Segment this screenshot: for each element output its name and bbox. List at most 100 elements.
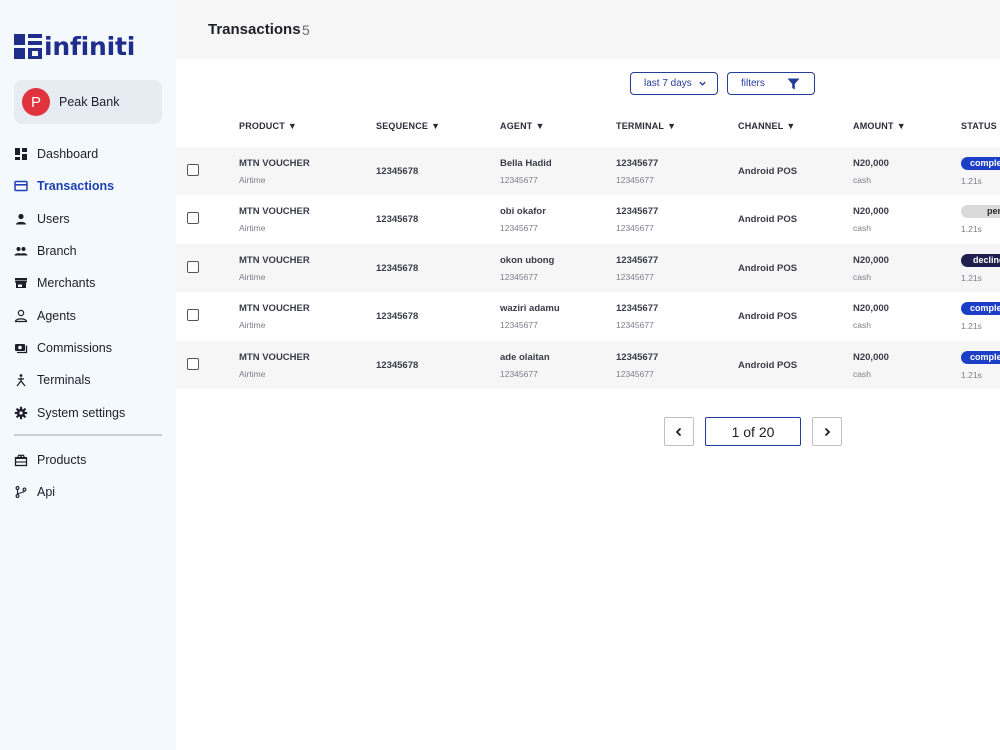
column-header-channel[interactable]: CHANNEL ▼ — [738, 121, 796, 131]
channel: Android POS — [738, 214, 798, 225]
row-checkbox[interactable] — [187, 212, 199, 224]
sidebar-item-branch[interactable]: Branch — [14, 235, 164, 267]
sequence-number: 12345678 — [376, 311, 419, 322]
terminal-id: 12345677 — [616, 369, 654, 379]
row-checkbox[interactable] — [187, 309, 199, 321]
duration: 1.21s — [961, 273, 982, 283]
agent-name: okon ubong — [500, 255, 555, 266]
terminal-number: 12345677 — [616, 352, 659, 363]
brand-logo[interactable]: infiniti — [14, 32, 135, 61]
bank-switcher[interactable]: P Peak Bank — [14, 80, 162, 124]
product-name: MTN VOUCHER — [239, 206, 310, 217]
sidebar-item-transactions[interactable]: Transactions — [14, 170, 164, 202]
row-checkbox[interactable] — [187, 358, 199, 370]
terminal-id: 12345677 — [616, 175, 654, 185]
status-badge[interactable]: pending — [961, 205, 1000, 218]
sidebar-divider — [14, 434, 162, 436]
sidebar-item-label: Terminals — [37, 373, 91, 388]
date-range-dropdown[interactable]: last 7 days — [630, 72, 718, 95]
next-page-button[interactable] — [812, 417, 842, 446]
sidebar-item-dashboard[interactable]: Dashboard — [14, 138, 164, 170]
sidebar-item-label: Agents — [37, 308, 76, 323]
agent-name: ade olaitan — [500, 352, 550, 363]
column-header-agent[interactable]: AGENT ▼ — [500, 121, 545, 131]
terminal-number: 12345677 — [616, 158, 659, 169]
sort-caret-icon: ▼ — [535, 121, 545, 131]
amount: N20,000 — [853, 206, 889, 217]
chevron-down-icon — [699, 81, 706, 86]
product-type: Airtime — [239, 272, 266, 282]
column-header-amount[interactable]: AMOUNT ▼ — [853, 121, 906, 131]
product-name: MTN VOUCHER — [239, 255, 310, 266]
product-name: MTN VOUCHER — [239, 303, 310, 314]
agent-icon — [14, 309, 28, 323]
sidebar-item-label: Commissions — [37, 340, 113, 355]
sort-caret-icon: ▼ — [431, 121, 441, 131]
dashboard-icon — [14, 147, 28, 161]
product-type: Airtime — [239, 175, 266, 185]
agent-name: obi okafor — [500, 206, 546, 217]
filters-label: filters — [741, 78, 765, 89]
sidebar-item-system-settings[interactable]: System settings — [14, 396, 164, 428]
terminal-icon — [14, 373, 28, 387]
infiniti-logo-icon — [14, 33, 42, 59]
status-badge[interactable]: complete — [961, 302, 1000, 315]
table-row[interactable]: MTN VOUCHER Airtime 12345678 waziri adam… — [176, 292, 1000, 340]
agent-name: Bella Hadid — [500, 158, 552, 169]
sidebar-item-users[interactable]: Users — [14, 203, 164, 235]
status-badge[interactable]: declined — [961, 254, 1000, 267]
agent-id: 12345677 — [500, 223, 538, 233]
payment-method: cash — [853, 320, 871, 330]
agent-id: 12345677 — [500, 272, 538, 282]
duration: 1.21s — [961, 321, 982, 331]
products-icon — [14, 453, 28, 467]
sidebar-item-label: Users — [37, 211, 70, 226]
sort-caret-icon: ▼ — [667, 121, 677, 131]
agent-id: 12345677 — [500, 369, 538, 379]
table-row[interactable]: MTN VOUCHER Airtime 12345678 Bella Hadid… — [176, 147, 1000, 195]
product-name: MTN VOUCHER — [239, 158, 310, 169]
page-header: Transactions 5 — [176, 0, 1000, 59]
group-icon — [14, 244, 28, 258]
sequence-number: 12345678 — [376, 166, 419, 177]
previous-page-button[interactable] — [664, 417, 694, 446]
sidebar-item-terminals[interactable]: Terminals — [14, 364, 164, 396]
terminal-number: 12345677 — [616, 303, 659, 314]
chevron-left-icon — [675, 427, 682, 436]
bank-avatar: P — [22, 88, 50, 116]
transaction-count: 5 — [302, 22, 310, 38]
table-row[interactable]: MTN VOUCHER Airtime 12345678 ade olaitan… — [176, 341, 1000, 389]
sidebar-item-merchants[interactable]: Merchants — [14, 267, 164, 299]
sidebar-nav: Dashboard Transactions Users Branch Merc… — [14, 138, 164, 429]
row-checkbox[interactable] — [187, 164, 199, 176]
column-header-sequence[interactable]: SEQUENCE ▼ — [376, 121, 440, 131]
status-badge[interactable]: complete — [961, 351, 1000, 364]
filters-button[interactable]: filters — [727, 72, 815, 95]
sidebar-item-api[interactable]: Api — [14, 476, 164, 508]
column-header-product[interactable]: PRODUCT ▼ — [239, 121, 297, 131]
amount: N20,000 — [853, 352, 889, 363]
bank-name: Peak Bank — [59, 95, 120, 109]
payment-method: cash — [853, 175, 871, 185]
column-header-terminal[interactable]: TERMINAL ▼ — [616, 121, 676, 131]
row-checkbox[interactable] — [187, 261, 199, 273]
money-icon — [14, 341, 28, 355]
channel: Android POS — [738, 311, 798, 322]
sidebar-item-label: Dashboard — [37, 147, 99, 162]
status-badge[interactable]: complete — [961, 157, 1000, 170]
column-header-status[interactable]: STATUS▼ — [961, 121, 1000, 131]
channel: Android POS — [738, 360, 798, 371]
table-header: PRODUCT ▼ SEQUENCE ▼ AGENT ▼ TERMINAL ▼ CHAN… — [176, 114, 1000, 138]
agent-id: 12345677 — [500, 320, 538, 330]
table-row[interactable]: MTN VOUCHER Airtime 12345678 obi okafor … — [176, 195, 1000, 243]
sidebar-item-products[interactable]: Products — [14, 444, 164, 476]
page-indicator[interactable]: 1 of 20 — [705, 417, 801, 446]
sidebar-item-agents[interactable]: Agents — [14, 299, 164, 331]
sidebar-item-label: Branch — [37, 244, 77, 259]
sort-caret-icon: ▼ — [287, 121, 298, 131]
sidebar-item-commissions[interactable]: Commissions — [14, 332, 164, 364]
terminal-number: 12345677 — [616, 206, 659, 217]
filter-icon — [787, 78, 800, 90]
duration: 1.21s — [961, 370, 982, 380]
table-row[interactable]: MTN VOUCHER Airtime 12345678 okon ubong … — [176, 244, 1000, 292]
